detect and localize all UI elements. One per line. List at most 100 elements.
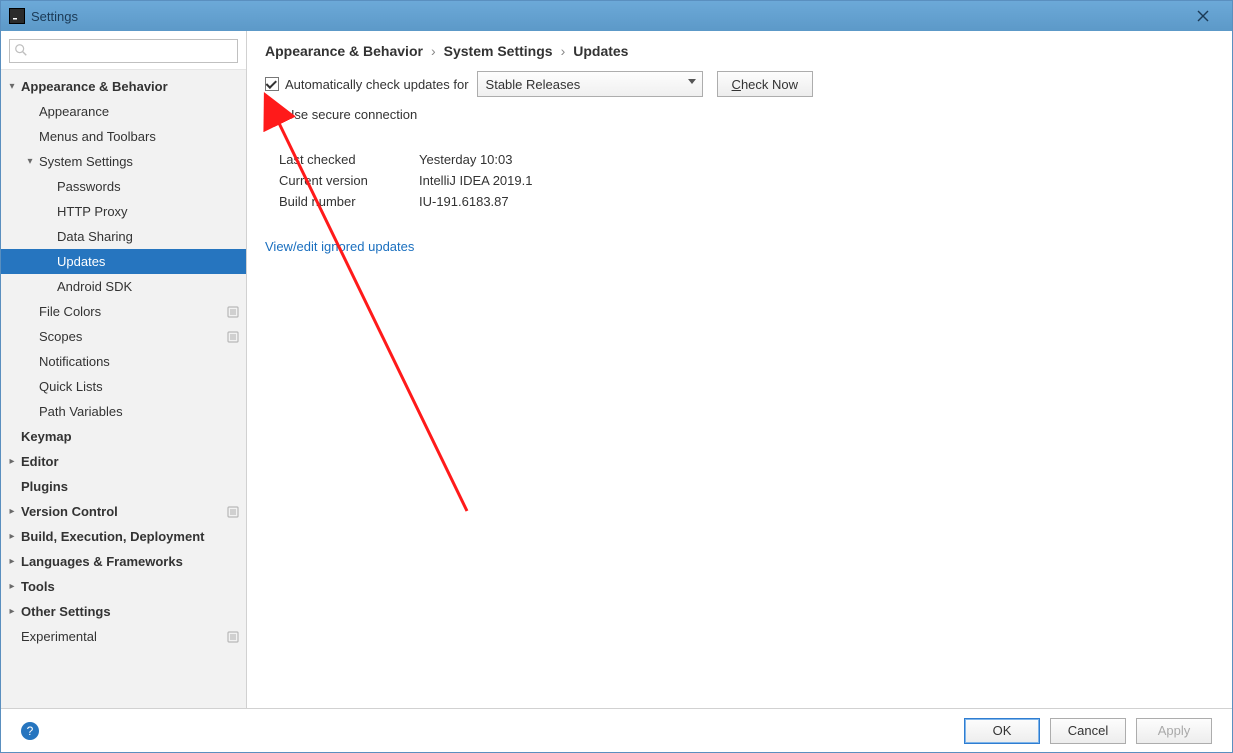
tree-item-other-settings[interactable]: ▸Other Settings (1, 599, 246, 624)
titlebar: Settings (1, 1, 1232, 31)
tree-item-version-control[interactable]: ▸Version Control (1, 499, 246, 524)
tree-item-keymap[interactable]: Keymap (1, 424, 246, 449)
project-scope-icon (226, 630, 240, 644)
search-field[interactable] (9, 39, 238, 63)
last-checked-value: Yesterday 10:03 (419, 152, 512, 167)
breadcrumb-part: System Settings (444, 43, 553, 59)
ok-button[interactable]: OK (964, 718, 1040, 744)
chevron-right-icon: ▸ (3, 456, 21, 467)
tree-item-build-execution-deployment[interactable]: ▸Build, Execution, Deployment (1, 524, 246, 549)
info-row: Current version IntelliJ IDEA 2019.1 (279, 173, 1214, 188)
content-pane: Appearance & Behavior › System Settings … (247, 31, 1232, 708)
chevron-right-icon: › (561, 43, 566, 59)
tree-item-android-sdk[interactable]: Android SDK (1, 274, 246, 299)
tree-item-label: Other Settings (21, 604, 240, 619)
cancel-button[interactable]: Cancel (1050, 718, 1126, 744)
ignored-updates-link[interactable]: View/edit ignored updates (265, 239, 414, 254)
use-secure-label: Use secure connection (285, 107, 417, 122)
info-row: Last checked Yesterday 10:03 (279, 152, 1214, 167)
update-channel-select[interactable]: Stable Releases (477, 71, 703, 97)
select-value: Stable Releases (486, 77, 581, 92)
search-wrap (1, 31, 246, 70)
tree-item-label: Appearance & Behavior (21, 79, 240, 94)
project-scope-icon (226, 305, 240, 319)
tree-item-appearance-behavior[interactable]: ▾Appearance & Behavior (1, 74, 246, 99)
breadcrumb-part: Appearance & Behavior (265, 43, 423, 59)
tree-item-plugins[interactable]: Plugins (1, 474, 246, 499)
tree-item-data-sharing[interactable]: Data Sharing (1, 224, 246, 249)
tree-item-languages-frameworks[interactable]: ▸Languages & Frameworks (1, 549, 246, 574)
tree-item-label: Data Sharing (57, 229, 240, 244)
app-icon (9, 8, 25, 24)
tree-item-updates[interactable]: Updates (1, 249, 246, 274)
chevron-right-icon: ▸ (3, 556, 21, 567)
tree-item-label: Plugins (21, 479, 240, 494)
auto-check-row: Automatically check updates for Stable R… (265, 71, 1214, 97)
tree-item-editor[interactable]: ▸Editor (1, 449, 246, 474)
window-title: Settings (31, 9, 1182, 24)
search-input[interactable] (30, 41, 233, 61)
tree-item-label: File Colors (39, 304, 222, 319)
settings-tree[interactable]: ▾Appearance & BehaviorAppearanceMenus an… (1, 70, 246, 708)
auto-check-label: Automatically check updates for (285, 77, 469, 92)
tree-item-label: Keymap (21, 429, 240, 444)
use-secure-checkbox[interactable]: Use secure connection (265, 107, 417, 122)
apply-button[interactable]: Apply (1136, 718, 1212, 744)
chevron-right-icon: ▸ (3, 581, 21, 592)
breadcrumb-part: Updates (573, 43, 628, 59)
checkbox-box (265, 108, 279, 122)
chevron-right-icon: ▸ (3, 606, 21, 617)
checkbox-box (265, 77, 279, 91)
tree-item-label: Menus and Toolbars (39, 129, 240, 144)
chevron-right-icon: ▸ (3, 531, 21, 542)
tree-item-label: HTTP Proxy (57, 204, 240, 219)
tree-item-notifications[interactable]: Notifications (1, 349, 246, 374)
tree-item-scopes[interactable]: Scopes (1, 324, 246, 349)
tree-item-path-variables[interactable]: Path Variables (1, 399, 246, 424)
tree-item-label: Path Variables (39, 404, 240, 419)
chevron-right-icon: › (431, 43, 436, 59)
tree-item-label: Appearance (39, 104, 240, 119)
build-number-key: Build number (279, 194, 419, 209)
tree-item-system-settings[interactable]: ▾System Settings (1, 149, 246, 174)
tree-item-tools[interactable]: ▸Tools (1, 574, 246, 599)
tree-item-label: Languages & Frameworks (21, 554, 240, 569)
help-button[interactable]: ? (21, 722, 39, 740)
tree-item-http-proxy[interactable]: HTTP Proxy (1, 199, 246, 224)
tree-item-experimental[interactable]: Experimental (1, 624, 246, 649)
tree-item-menus-and-toolbars[interactable]: Menus and Toolbars (1, 124, 246, 149)
tree-item-label: Notifications (39, 354, 240, 369)
tree-item-label: Experimental (21, 629, 222, 644)
close-button[interactable] (1182, 1, 1224, 31)
check-now-rest: heck Now (741, 77, 798, 92)
auto-check-checkbox[interactable]: Automatically check updates for (265, 77, 469, 92)
tree-item-label: Tools (21, 579, 240, 594)
project-scope-icon (226, 505, 240, 519)
sidebar: ▾Appearance & BehaviorAppearanceMenus an… (1, 31, 247, 708)
tree-item-quick-lists[interactable]: Quick Lists (1, 374, 246, 399)
chevron-down-icon: ▾ (21, 156, 39, 167)
current-version-key: Current version (279, 173, 419, 188)
use-secure-row: Use secure connection (265, 107, 1214, 122)
tree-item-label: Quick Lists (39, 379, 240, 394)
check-now-button[interactable]: Check Now (717, 71, 813, 97)
tree-item-label: Build, Execution, Deployment (21, 529, 240, 544)
tree-item-appearance[interactable]: Appearance (1, 99, 246, 124)
chevron-down-icon: ▾ (3, 81, 21, 92)
tree-item-label: System Settings (39, 154, 240, 169)
dialog-body: ▾Appearance & BehaviorAppearanceMenus an… (1, 31, 1232, 708)
current-version-value: IntelliJ IDEA 2019.1 (419, 173, 532, 188)
chevron-down-icon (688, 79, 696, 84)
project-scope-icon (226, 330, 240, 344)
tree-item-label: Passwords (57, 179, 240, 194)
chevron-right-icon: ▸ (3, 506, 21, 517)
settings-window: Settings ▾Appearance & BehaviorAppearanc… (0, 0, 1233, 753)
last-checked-key: Last checked (279, 152, 419, 167)
breadcrumb: Appearance & Behavior › System Settings … (247, 31, 1232, 65)
version-info: Last checked Yesterday 10:03 Current ver… (279, 152, 1214, 209)
info-row: Build number IU-191.6183.87 (279, 194, 1214, 209)
tree-item-file-colors[interactable]: File Colors (1, 299, 246, 324)
tree-item-passwords[interactable]: Passwords (1, 174, 246, 199)
tree-item-label: Android SDK (57, 279, 240, 294)
tree-item-label: Updates (57, 254, 240, 269)
